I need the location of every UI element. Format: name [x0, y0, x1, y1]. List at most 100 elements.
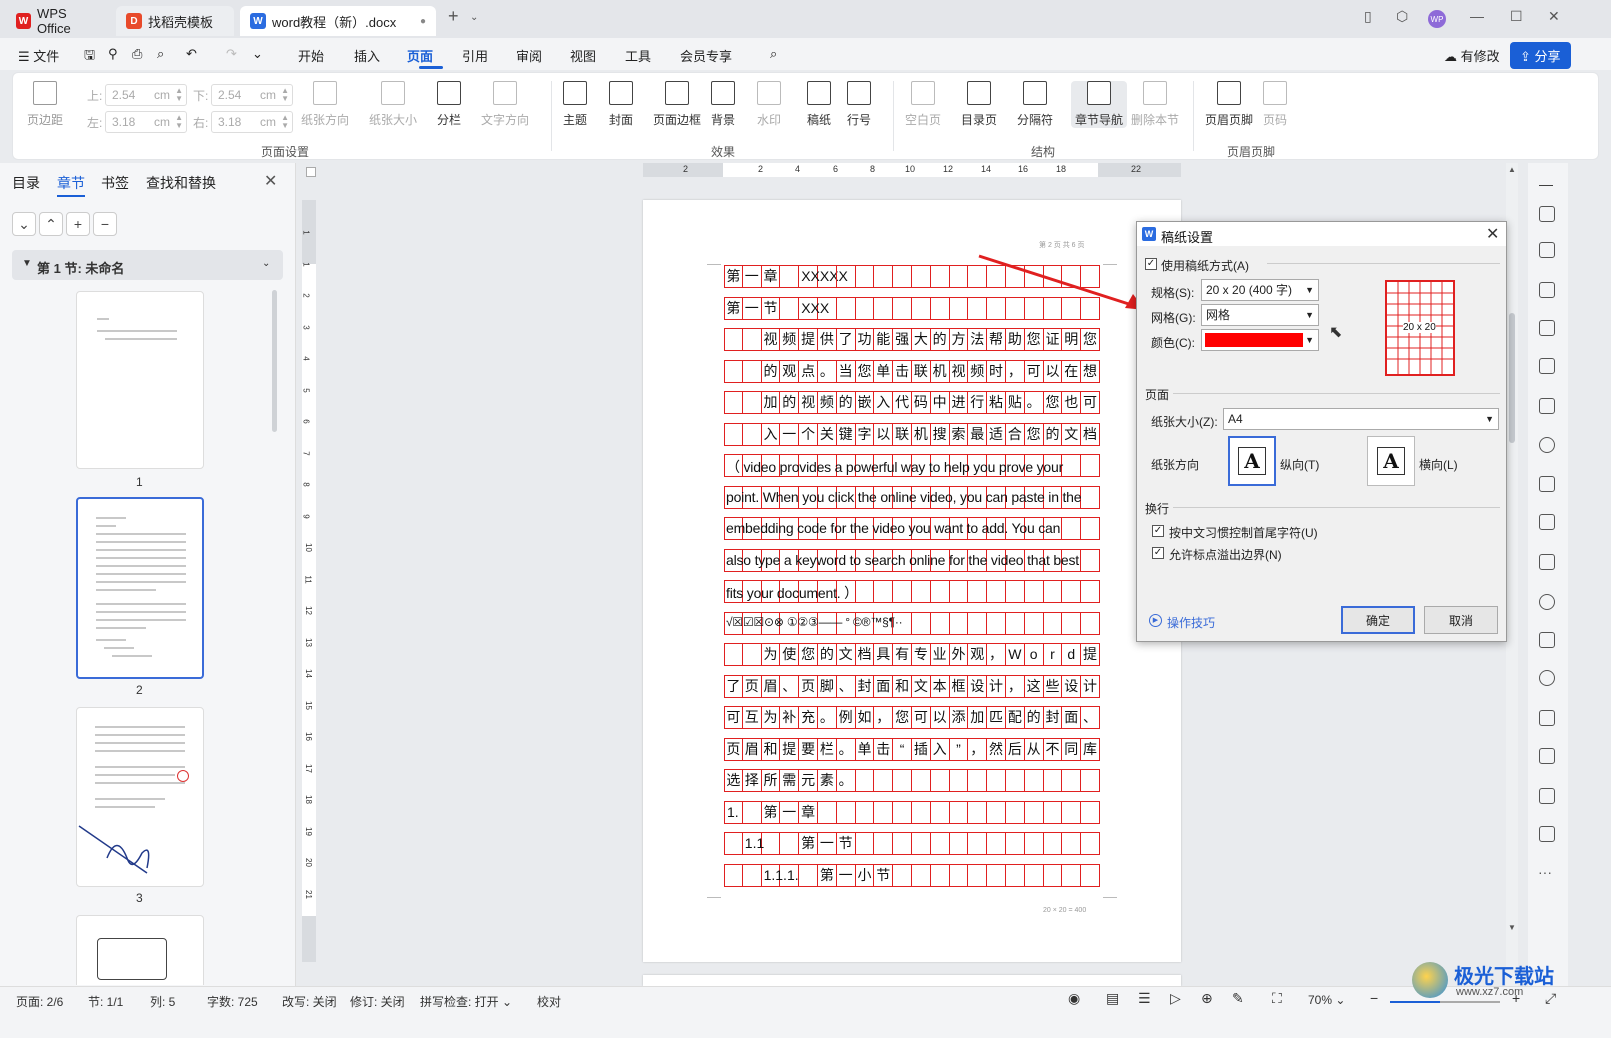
play-icon[interactable]: ▷ [1170, 990, 1181, 1007]
sliders-icon[interactable] [1539, 282, 1555, 298]
columns-button[interactable]: 分栏 [437, 81, 461, 128]
spinner-arrows-icon[interactable]: ▲ ▼ [175, 114, 183, 130]
status-overtype[interactable]: 改写: 关闭 [282, 993, 337, 1010]
menu-file[interactable]: ☰ 文件 [18, 46, 59, 65]
redo-icon[interactable]: ↷ [226, 46, 237, 62]
cursor-icon[interactable] [1539, 242, 1555, 258]
tips-link[interactable]: 操作技巧 [1167, 614, 1215, 631]
web-view-icon[interactable]: ⊕ [1201, 990, 1213, 1007]
menu-review[interactable]: 审阅 [516, 46, 542, 65]
more-chevron-icon[interactable]: ⌄ [252, 46, 263, 62]
ruler-corner[interactable] [306, 167, 316, 177]
menu-insert[interactable]: 插入 [354, 46, 380, 65]
book-icon[interactable] [1539, 398, 1555, 414]
avatar[interactable]: WP [1428, 10, 1446, 28]
menu-references[interactable]: 引用 [462, 46, 488, 65]
cancel-button[interactable]: 取消 [1424, 606, 1498, 634]
collapse-icon[interactable]: ▼ [22, 258, 32, 269]
page-thumbnail[interactable] [76, 707, 204, 887]
ai-icon[interactable] [1539, 320, 1555, 336]
status-column[interactable]: 列: 5 [150, 993, 175, 1010]
close-icon[interactable]: ✕ [1548, 8, 1560, 25]
spec-select[interactable]: 20 x 20 (400 字) ▼ [1201, 279, 1319, 301]
modified-indicator[interactable]: ☁ 有修改 [1444, 46, 1500, 65]
color-select[interactable]: ▼ [1201, 329, 1319, 351]
menu-home[interactable]: 开始 [298, 46, 324, 65]
orientation-button[interactable]: 纸张方向 [301, 81, 349, 128]
help-icon[interactable] [1539, 437, 1555, 453]
print-preview-icon[interactable]: ⌕ [157, 46, 164, 62]
scrollbar[interactable] [272, 290, 277, 432]
tab-sections[interactable]: 章节 [57, 173, 85, 193]
collapse-panel-icon[interactable]: — [1539, 176, 1553, 192]
watermark-button[interactable]: 水印 [757, 81, 781, 128]
cover-button[interactable]: 封面 [609, 81, 633, 128]
landscape-option[interactable]: A [1367, 436, 1415, 486]
page-view-icon[interactable]: ▤ [1106, 990, 1119, 1007]
margin-left-input[interactable]: 3.18 cm ▲ ▼ [105, 111, 187, 133]
layout-icon[interactable]: ▯ [1364, 8, 1372, 25]
remove-icon[interactable]: − [93, 212, 117, 236]
text-direction-button[interactable]: 文字方向 [481, 81, 529, 128]
spinner-arrows-icon[interactable]: ▲ ▼ [281, 87, 289, 103]
chevron-up-icon[interactable]: ⌃ [39, 212, 63, 236]
document-icon[interactable] [1539, 826, 1555, 842]
fit-icon[interactable]: ⛶ [1272, 990, 1282, 1007]
zoom-level[interactable]: 70% ⌄ [1308, 993, 1345, 1007]
margins-button[interactable]: 页边距 [27, 81, 63, 128]
more-icon[interactable]: ··· [1538, 864, 1552, 880]
margin-right-input[interactable]: 3.18 cm ▲ ▼ [211, 111, 293, 133]
page-thumbnail[interactable] [76, 291, 204, 469]
status-word-count[interactable]: 字数: 725 [207, 993, 258, 1010]
paper-size-button[interactable]: 纸张大小 [369, 81, 417, 128]
page-border-button[interactable]: 页面边框 [653, 81, 701, 128]
folder-icon[interactable] [1539, 710, 1555, 726]
tab-toc[interactable]: 目录 [12, 173, 40, 193]
export-icon[interactable] [1539, 788, 1555, 804]
margin-bottom-input[interactable]: 2.54 cm ▲ ▼ [211, 84, 293, 106]
status-section[interactable]: 节: 1/1 [88, 993, 123, 1010]
use-grid-checkbox[interactable]: ✓ [1145, 258, 1157, 270]
scroll-up-icon[interactable]: ▲ [1508, 165, 1516, 174]
omega-icon[interactable] [1539, 594, 1555, 610]
list-icon[interactable] [1539, 554, 1555, 570]
undo-icon[interactable]: ↶ [186, 46, 197, 62]
tab-list-icon[interactable]: ⌄ [470, 12, 478, 23]
add-icon[interactable]: + [66, 212, 90, 236]
status-spellcheck[interactable]: 拼写检查: 打开 ⌄ [420, 993, 512, 1010]
code-icon[interactable] [1539, 514, 1555, 530]
grid-select[interactable]: 网格 ▼ [1201, 304, 1319, 326]
pen-icon[interactable] [1539, 206, 1555, 222]
spinner-arrows-icon[interactable]: ▲ ▼ [175, 87, 183, 103]
background-button[interactable]: 背景 [711, 81, 735, 128]
close-pane-icon[interactable]: ✕ [264, 171, 277, 191]
tab-find-replace[interactable]: 查找和替换 [146, 173, 216, 193]
header-footer-button[interactable]: 页眉页脚 [1205, 81, 1253, 128]
horizontal-ruler[interactable]: 2 2 4 6 8 10 12 14 16 18 22 [643, 163, 1181, 177]
chevron-down-icon[interactable]: ⌄ [262, 258, 270, 269]
maximize-icon[interactable]: ☐ [1510, 8, 1523, 25]
margin-top-input[interactable]: 2.54 cm ▲ ▼ [105, 84, 187, 106]
zoom-out-icon[interactable]: − [1370, 990, 1378, 1006]
vertical-ruler[interactable]: 1 1 2 3 4 5 6 7 8 9 10 11 12 13 14 15 16 17 18 19 20 21 [302, 200, 316, 962]
chevron-down-icon[interactable]: ⌄ [12, 212, 36, 236]
section-item[interactable]: ▼ 第 1 节: 未命名 ⌄ [12, 250, 283, 280]
format-painter-icon[interactable]: ⚲ [108, 46, 118, 62]
delete-section-button[interactable]: 删除本节 [1131, 81, 1179, 128]
separator-button[interactable]: 分隔符 [1017, 81, 1053, 128]
page-thumbnail-selected[interactable] [76, 497, 204, 679]
save-icon[interactable]: 🖫 [84, 46, 95, 68]
section-nav-button[interactable]: 章节导航 [1071, 81, 1128, 128]
new-tab-icon[interactable]: + [448, 6, 459, 27]
spinner-arrows-icon[interactable]: ▲ ▼ [281, 114, 289, 130]
page-thumbnail[interactable] [76, 915, 204, 985]
close-icon[interactable]: ✕ [1486, 224, 1499, 244]
tab-bookmarks[interactable]: 书签 [101, 173, 129, 193]
ok-button[interactable]: 确定 [1341, 606, 1415, 634]
pen-icon[interactable]: ✎ [1232, 990, 1244, 1007]
cube-icon[interactable]: ⬡ [1396, 8, 1408, 25]
history-icon[interactable] [1539, 670, 1555, 686]
line-number-button[interactable]: 行号 [847, 81, 871, 128]
eye-icon[interactable]: ◉ [1068, 990, 1080, 1007]
minimize-icon[interactable]: — [1470, 8, 1484, 24]
